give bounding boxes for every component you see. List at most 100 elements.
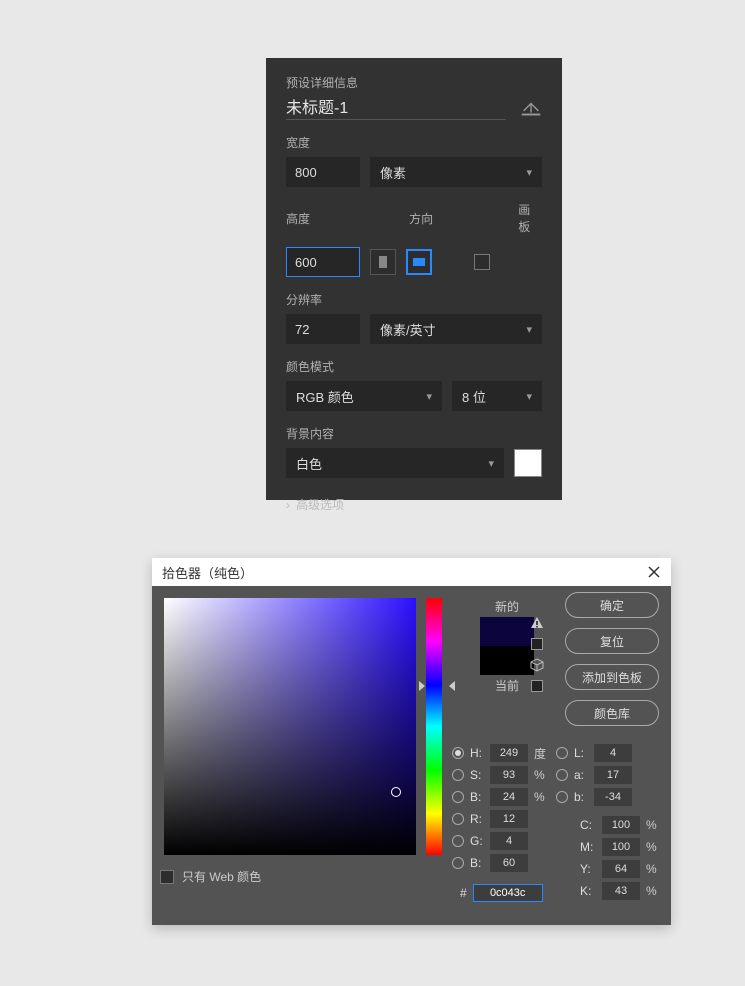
- radio-r[interactable]: [452, 813, 464, 825]
- new-color-label: 新的: [462, 598, 552, 615]
- unit-k: %: [646, 884, 660, 898]
- unit-c: %: [646, 818, 660, 832]
- width-input[interactable]: [286, 157, 360, 187]
- label-y: Y:: [580, 862, 598, 876]
- label-l: L:: [574, 746, 590, 760]
- input-m[interactable]: [602, 838, 640, 856]
- input-y[interactable]: [602, 860, 640, 878]
- label-b: B:: [470, 790, 486, 804]
- label-c: C:: [580, 818, 598, 832]
- artboard-label: 画板: [518, 201, 542, 235]
- sv-cursor: [391, 787, 401, 797]
- hue-arrow-right-icon: [449, 681, 455, 691]
- width-unit-value: 像素: [380, 163, 406, 182]
- chevron-right-icon: ›: [286, 498, 290, 512]
- unit-y: %: [646, 862, 660, 876]
- hex-input[interactable]: [473, 884, 543, 902]
- web-only-checkbox[interactable]: [160, 870, 174, 884]
- input-r[interactable]: [490, 810, 528, 828]
- radio-h[interactable]: [452, 747, 464, 759]
- resolution-label: 分辨率: [286, 291, 542, 308]
- input-h[interactable]: [490, 744, 528, 762]
- advanced-options-toggle[interactable]: › 高级选项: [286, 496, 542, 513]
- websafe-swatch[interactable]: [531, 680, 543, 692]
- saturation-value-field[interactable]: [164, 598, 416, 855]
- color-mode-value: RGB 颜色: [296, 387, 354, 406]
- radio-b2[interactable]: [556, 791, 568, 803]
- unit-b: %: [534, 790, 552, 804]
- color-picker-title: 拾色器（纯色）: [162, 563, 253, 582]
- height-input[interactable]: [286, 247, 360, 277]
- label-a: a:: [574, 768, 590, 782]
- label-k: K:: [580, 884, 598, 898]
- input-bch[interactable]: [490, 854, 528, 872]
- unit-m: %: [646, 840, 660, 854]
- advanced-options-label: 高级选项: [296, 496, 344, 513]
- color-picker-dialog: 拾色器（纯色） 新的 当前: [152, 558, 671, 925]
- color-mode-select[interactable]: RGB 颜色 ▾: [286, 381, 442, 411]
- unit-h: 度: [534, 745, 552, 762]
- radio-s[interactable]: [452, 769, 464, 781]
- label-bch: B:: [470, 856, 486, 870]
- chevron-down-icon: ▾: [526, 166, 532, 179]
- input-s[interactable]: [490, 766, 528, 784]
- input-b[interactable]: [490, 788, 528, 806]
- radio-g[interactable]: [452, 835, 464, 847]
- radio-b[interactable]: [452, 791, 464, 803]
- input-b2[interactable]: [594, 788, 632, 806]
- chevron-down-icon: ▾: [526, 390, 532, 403]
- color-libraries-button[interactable]: 颜色库: [565, 700, 659, 726]
- input-k[interactable]: [602, 882, 640, 900]
- label-m: M:: [580, 840, 598, 854]
- label-b2: b:: [574, 790, 590, 804]
- background-label: 背景内容: [286, 425, 542, 442]
- orientation-portrait-button[interactable]: [370, 249, 396, 275]
- preset-details-panel: 预设详细信息 宽度 像素 ▾ 高度 方向 画板: [266, 58, 562, 500]
- background-swatch[interactable]: [514, 449, 542, 477]
- resolution-unit-select[interactable]: 像素/英寸 ▾: [370, 314, 542, 344]
- height-label: 高度: [286, 210, 359, 227]
- chevron-down-icon: ▾: [488, 457, 494, 470]
- radio-l[interactable]: [556, 747, 568, 759]
- resolution-unit-value: 像素/英寸: [380, 320, 436, 339]
- width-unit-select[interactable]: 像素 ▾: [370, 157, 542, 187]
- reset-button[interactable]: 复位: [565, 628, 659, 654]
- input-c[interactable]: [602, 816, 640, 834]
- resolution-input[interactable]: [286, 314, 360, 344]
- color-mode-label: 颜色模式: [286, 358, 542, 375]
- unit-s: %: [534, 768, 552, 782]
- save-preset-icon[interactable]: [520, 101, 542, 117]
- new-color-swatch: [480, 617, 534, 646]
- label-r: R:: [470, 812, 486, 826]
- hue-arrow-left-icon: [419, 681, 425, 691]
- websafe-warning-icon[interactable]: [530, 658, 544, 672]
- gamut-swatch[interactable]: [531, 638, 543, 650]
- gamut-warning-icon[interactable]: [530, 616, 544, 630]
- radio-bch[interactable]: [452, 857, 464, 869]
- input-a[interactable]: [594, 766, 632, 784]
- add-to-swatches-button[interactable]: 添加到色板: [565, 664, 659, 690]
- document-title-input[interactable]: [286, 97, 506, 120]
- ok-button[interactable]: 确定: [565, 592, 659, 618]
- width-label: 宽度: [286, 134, 542, 151]
- hue-slider[interactable]: [426, 598, 448, 855]
- chevron-down-icon: ▾: [526, 323, 532, 336]
- hex-label: #: [460, 886, 467, 900]
- input-g[interactable]: [490, 832, 528, 850]
- background-value: 白色: [296, 454, 322, 473]
- label-g: G:: [470, 834, 486, 848]
- artboard-checkbox[interactable]: [474, 254, 490, 270]
- bit-depth-select[interactable]: 8 位 ▾: [452, 381, 542, 411]
- label-h: H:: [470, 746, 486, 760]
- chevron-down-icon: ▾: [426, 390, 432, 403]
- close-icon[interactable]: [647, 565, 661, 579]
- input-l[interactable]: [594, 744, 632, 762]
- radio-a[interactable]: [556, 769, 568, 781]
- web-only-label: 只有 Web 颜色: [182, 868, 261, 885]
- preset-header: 预设详细信息: [286, 74, 542, 91]
- bit-depth-value: 8 位: [462, 387, 486, 406]
- current-color-swatch[interactable]: [480, 646, 534, 675]
- orientation-landscape-button[interactable]: [406, 249, 432, 275]
- orientation-label: 方向: [409, 210, 468, 227]
- background-select[interactable]: 白色 ▾: [286, 448, 504, 478]
